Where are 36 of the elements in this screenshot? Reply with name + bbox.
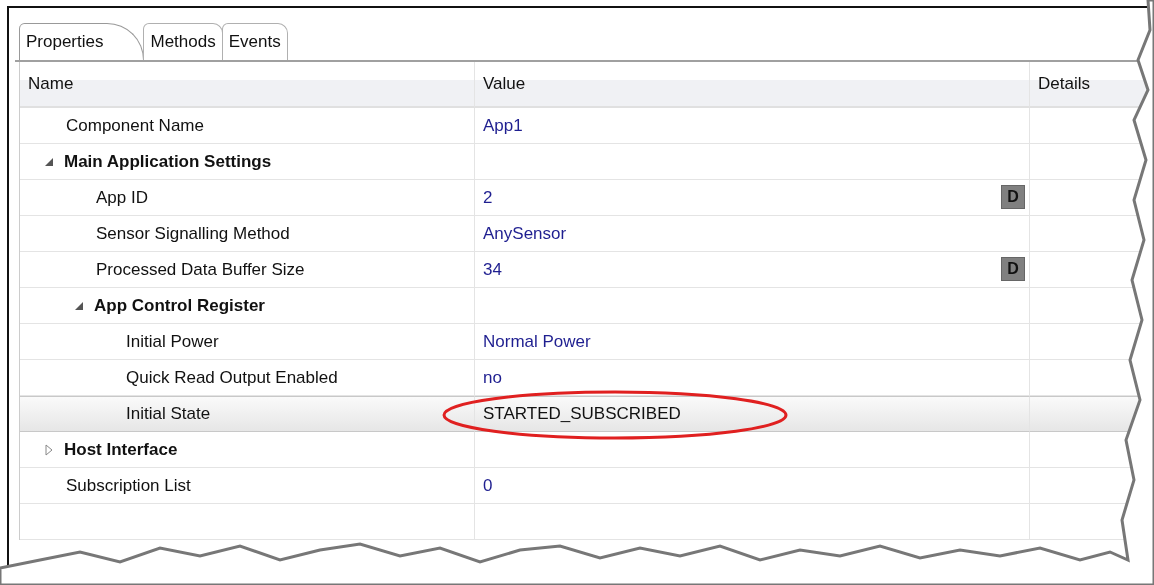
property-value: 0 [482, 475, 493, 496]
details-button[interactable]: D [1001, 257, 1025, 281]
property-value: AnySensor [482, 223, 567, 244]
tab[interactable]: Methods [143, 23, 223, 60]
tab[interactable]: Properties [19, 23, 145, 60]
table-row[interactable]: Host Interface [20, 432, 475, 468]
property-name: Processed Data Buffer Size [96, 259, 305, 280]
tab[interactable]: Events [221, 23, 288, 60]
table-row[interactable]: Component Name [20, 108, 475, 144]
column-header[interactable]: Name [20, 62, 475, 108]
table-row[interactable]: App ID [20, 180, 475, 216]
table-row[interactable]: Processed Data Buffer Size [20, 252, 475, 288]
property-name: Subscription List [66, 475, 191, 496]
group-name: App Control Register [94, 295, 265, 316]
property-name: Component Name [66, 115, 204, 136]
table-row[interactable]: Initial Power [20, 324, 475, 360]
group-name: Main Application Settings [64, 151, 272, 172]
details-button[interactable]: D [1001, 185, 1025, 209]
property-value: Normal Power [482, 331, 591, 352]
property-value: 2 [482, 187, 493, 208]
property-name: App ID [96, 187, 148, 208]
table-row[interactable]: App Control Register [20, 288, 475, 324]
column-header[interactable]: Value [475, 62, 1030, 108]
table-row[interactable]: Subscription List [20, 468, 475, 504]
table-row[interactable]: Initial State [20, 396, 475, 432]
property-value: no [482, 367, 502, 388]
property-value: STARTED_SUBSCRIBED [482, 404, 681, 424]
property-value: 34 [482, 259, 502, 280]
property-value: App1 [482, 115, 523, 136]
property-name: Quick Read Output Enabled [126, 367, 338, 388]
property-name: Sensor Signalling Method [96, 223, 290, 244]
property-name: Initial State [126, 404, 211, 424]
table-row[interactable]: Sensor Signalling Method [20, 216, 475, 252]
property-name: Initial Power [126, 331, 219, 352]
table-row[interactable]: Main Application Settings [20, 144, 475, 180]
group-name: Host Interface [64, 439, 178, 460]
